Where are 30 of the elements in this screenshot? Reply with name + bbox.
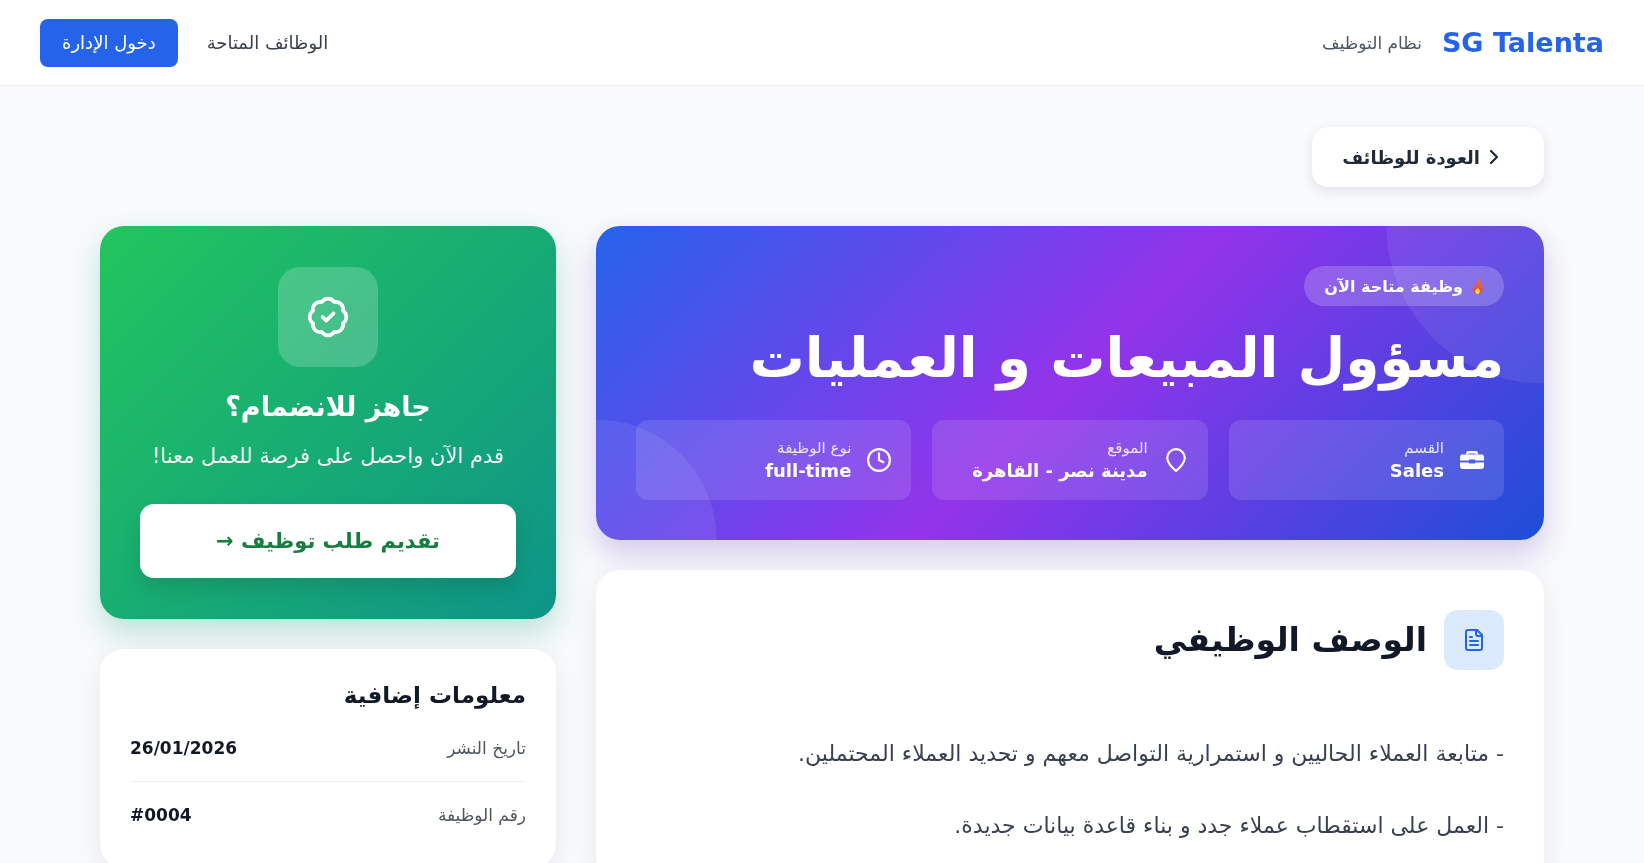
apply-button[interactable]: تقديم طلب توظيف → [140,504,516,579]
detail-label: نوع الوظيفة [777,438,852,457]
info-label: تاريخ النشر [447,737,526,758]
badge-label: وظيفة متاحة الآن [1324,276,1463,296]
section-title: الوصف الوظيفي [1153,620,1427,659]
check-badge-icon [278,267,378,367]
map-pin-icon [1163,447,1188,472]
detail-label: القسم [1404,438,1444,457]
info-value: 26/01/2026 [130,737,238,758]
detail-label: الموقع [1107,438,1148,457]
nav-link[interactable]: الوظائف المتاحة [206,32,329,53]
job-title: مسؤول المبيعات و العمليات [748,325,1504,393]
apply-text: قدم الآن واحصل على فرصة للعمل معنا! [151,443,505,471]
info-label: رقم الوظيفة [437,804,526,825]
flame-icon [1471,277,1484,295]
back-button[interactable]: العودة للوظائف [1312,127,1544,187]
admin-login-button[interactable]: دخول الإدارة [40,18,178,67]
clock-icon [867,447,892,472]
description-paragraph: - العمل على استقطاب عملاء جدد و بناء قاعدة بيانات جديدة. [953,812,1504,841]
description-paragraph: - متابعة العملاء الحاليين و استمرارية التواصل معهم و تحديد العملاء المحتملين. [797,739,1504,769]
brand-logo[interactable]: SG Talenta [1441,27,1604,58]
detail-value: Sales [1389,459,1444,481]
detail-value: مدينة نصر - القاهرة [972,459,1148,481]
info-value: #0004 [130,804,192,825]
document-icon [1444,609,1504,670]
detail-value: full-time [765,459,852,481]
apply-title: جاهز للانضمام؟ [225,390,431,425]
chevron-icon [1490,150,1498,164]
info-title: معلومات إضافية [342,681,526,711]
app-subtitle: نظام التوظيف [1322,32,1422,53]
